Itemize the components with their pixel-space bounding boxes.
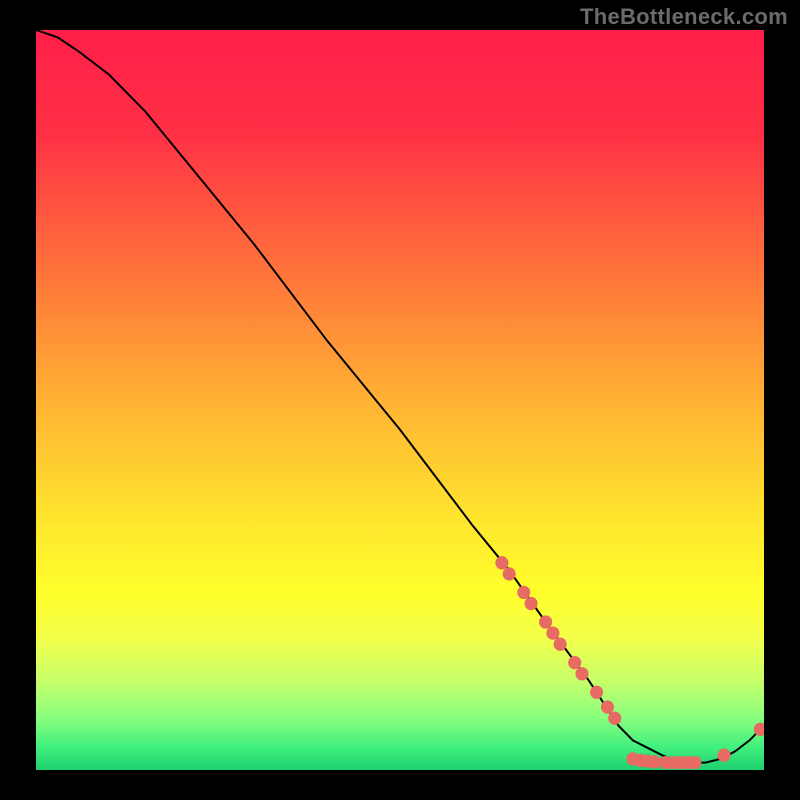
data-marker xyxy=(608,712,621,725)
data-marker xyxy=(546,626,559,639)
data-marker xyxy=(601,700,614,713)
plot-area xyxy=(36,30,764,770)
data-marker xyxy=(575,667,588,680)
data-marker xyxy=(517,586,530,599)
data-marker xyxy=(539,615,552,628)
attribution-label: TheBottleneck.com xyxy=(580,4,788,30)
data-marker xyxy=(495,556,508,569)
data-marker xyxy=(554,638,567,651)
data-marker xyxy=(568,656,581,669)
data-marker xyxy=(688,756,701,769)
chart-container: { "attribution": "TheBottleneck.com", "c… xyxy=(0,0,800,800)
chart-svg xyxy=(36,30,764,770)
data-marker xyxy=(590,686,603,699)
data-marker xyxy=(524,597,537,610)
data-marker xyxy=(503,567,516,580)
main-curve xyxy=(36,30,764,763)
data-marker xyxy=(717,749,730,762)
